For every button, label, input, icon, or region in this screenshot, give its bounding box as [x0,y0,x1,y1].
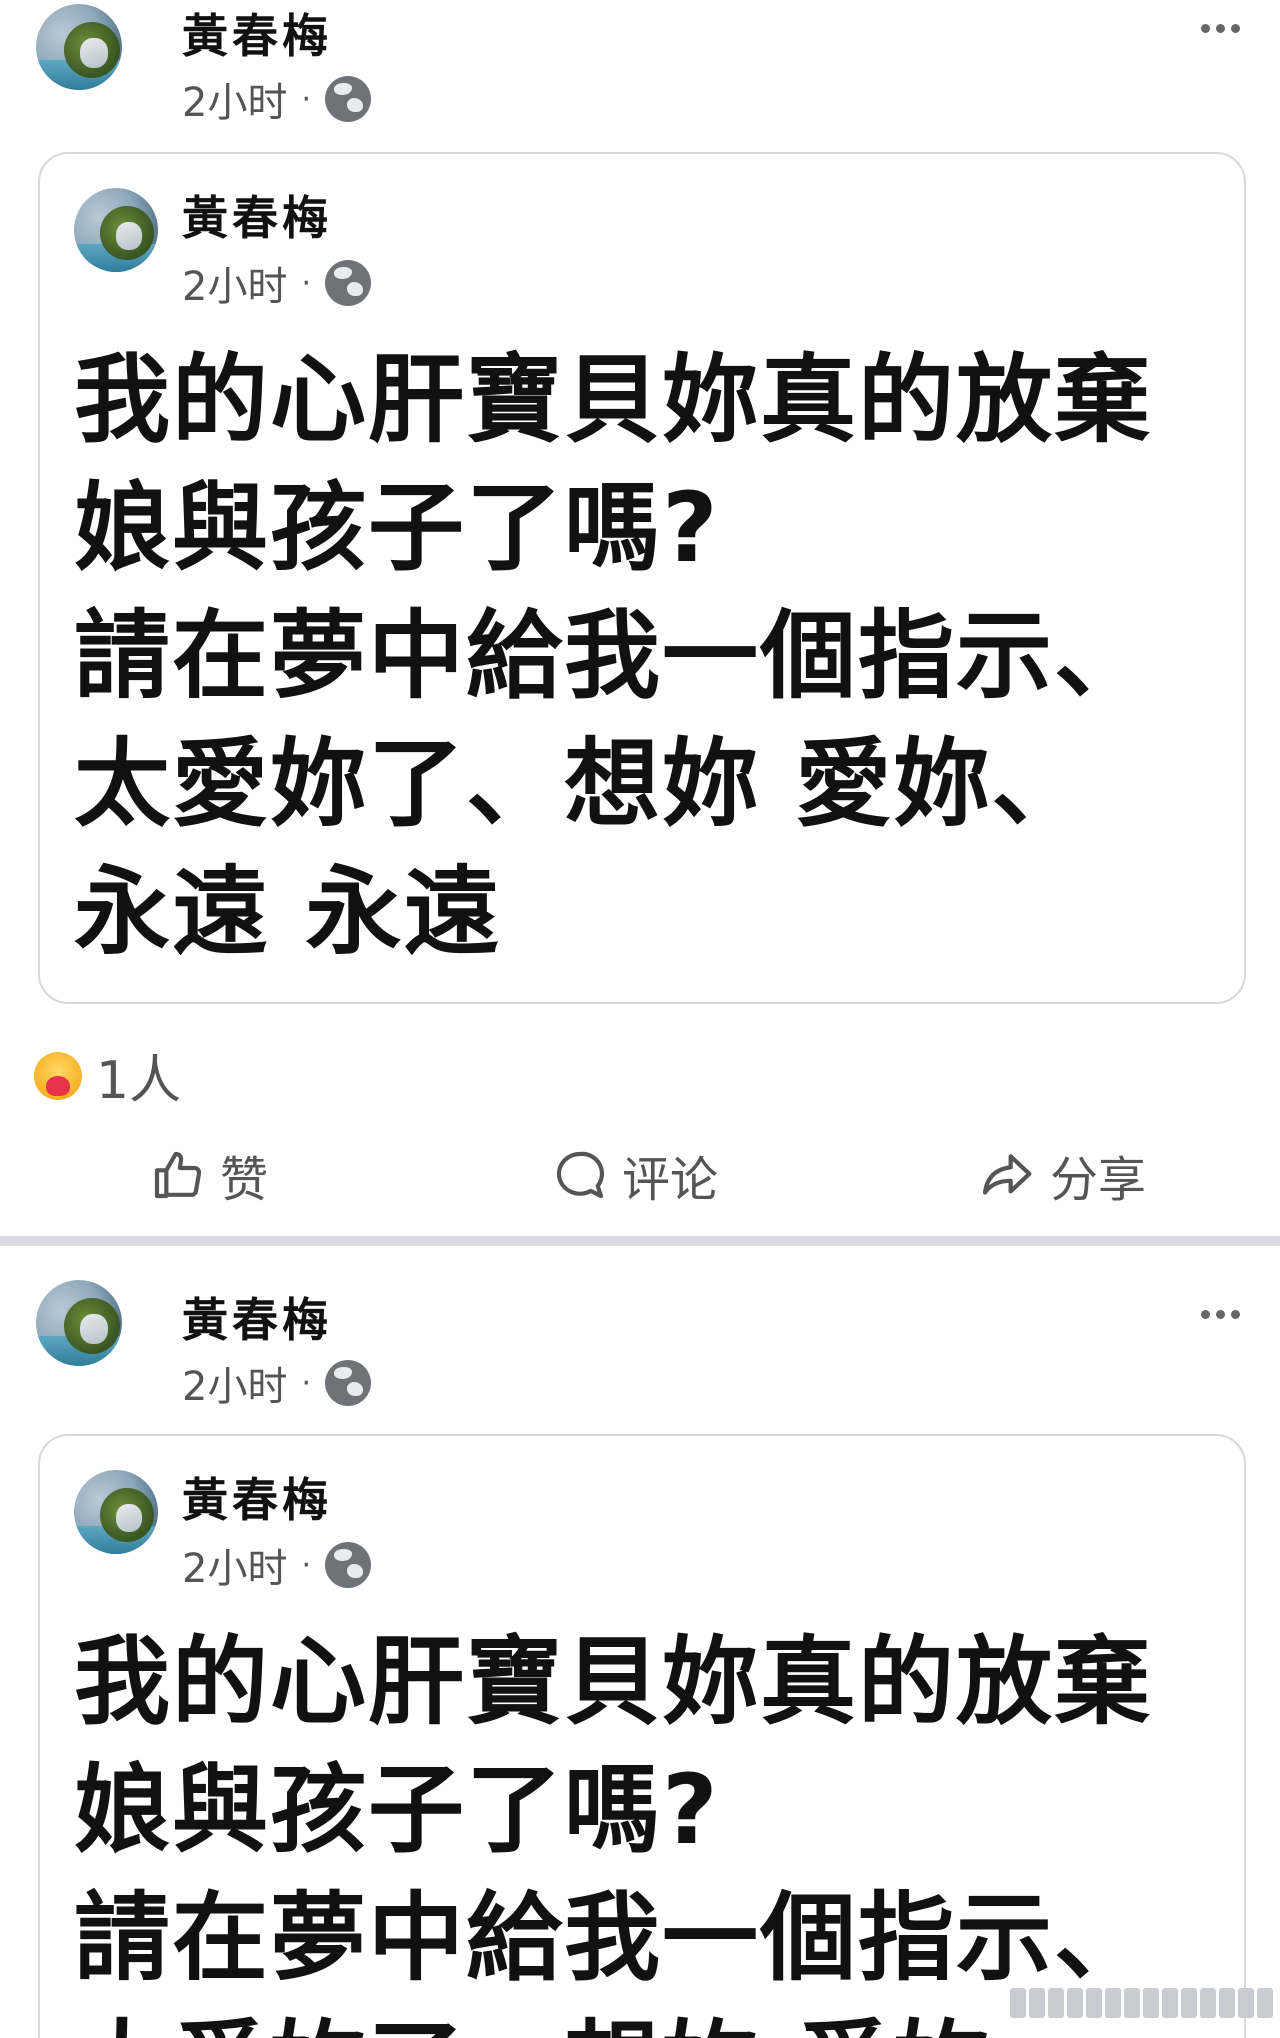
globe-icon [325,76,371,122]
globe-icon [325,260,371,306]
post-meta: 2小时 · [182,70,371,128]
shared-author-name[interactable]: 黃春梅 [182,1464,332,1530]
post-meta: 2小时 · [182,1354,371,1412]
shared-post-card[interactable]: 黃春梅 2小时 · 我的心肝寶貝妳真的放棄 娘與孩子了嗎? 請在夢中給我一個指示… [38,1434,1246,2038]
share-label: 分享 [1050,1152,1147,1208]
care-reaction-icon [34,1051,82,1100]
comment-icon [556,1151,605,1199]
post-1: 黃春梅 2小时 · 黃春梅 2小时 · 我的心肝寶貝妳真的放棄 娘與孩子了嗎? … [0,0,1280,1236]
post-time[interactable]: 2小时 [182,70,287,128]
shared-author-name[interactable]: 黃春梅 [182,182,332,248]
like-icon [154,1151,202,1199]
shared-author-avatar[interactable] [74,1470,158,1554]
like-button[interactable]: 赞 [150,1140,268,1210]
shared-post-meta: 2小时 · [182,1536,371,1594]
shared-post-card[interactable]: 黃春梅 2小时 · 我的心肝寶貝妳真的放棄 娘與孩子了嗎? 請在夢中給我一個指示… [38,152,1246,1004]
more-options-icon[interactable] [1201,1310,1240,1319]
comment-button[interactable]: 评论 [552,1140,718,1210]
meta-separator: · [301,1365,311,1401]
more-options-icon[interactable] [1201,24,1240,33]
shared-post-time[interactable]: 2小时 [182,254,287,312]
share-button[interactable]: 分享 [976,1140,1146,1210]
post-2: 黃春梅 2小时 · 黃春梅 2小时 · 我的心肝寶貝妳真的放棄 娘與孩子了嗎? … [0,1246,1280,2038]
like-label: 赞 [220,1152,269,1208]
shared-post-text: 我的心肝寶貝妳真的放棄 娘與孩子了嗎? 請在夢中給我一個指示、 太愛妳了、想妳 … [74,344,1152,968]
author-name[interactable]: 黃春梅 [182,1284,332,1350]
reaction-summary[interactable]: 1人 [34,1038,181,1113]
reaction-count: 1人 [96,1051,182,1111]
globe-icon [325,1360,371,1406]
comment-label: 评论 [622,1152,719,1208]
meta-separator: · [301,1547,311,1583]
share-icon [982,1154,1032,1195]
author-avatar[interactable] [36,4,122,90]
meta-separator: · [301,265,311,301]
post-actions: 赞 评论 分享 [0,1140,1280,1210]
shared-post-text: 我的心肝寶貝妳真的放棄 娘與孩子了嗎? 請在夢中給我一個指示、 太愛妳了、想妳 … [74,1626,1152,2038]
shared-post-time[interactable]: 2小时 [182,1536,287,1594]
shared-post-meta: 2小时 · [182,254,371,312]
scroll-indicator [1010,1988,1273,2018]
author-name[interactable]: 黃春梅 [182,0,332,66]
author-avatar[interactable] [36,1280,122,1366]
globe-icon [325,1542,371,1588]
post-time[interactable]: 2小时 [182,1354,287,1412]
meta-separator: · [301,81,311,117]
shared-author-avatar[interactable] [74,188,158,272]
feed-divider [0,1236,1280,1246]
